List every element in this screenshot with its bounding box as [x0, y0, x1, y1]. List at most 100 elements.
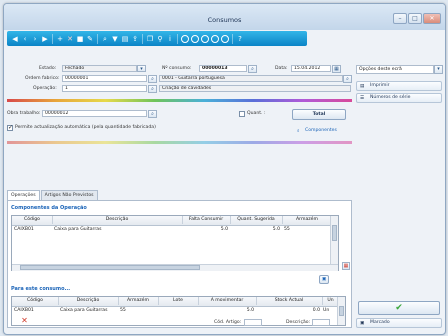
first-record-icon[interactable]: ◀ — [11, 35, 19, 43]
minimize-button[interactable]: – — [393, 13, 407, 24]
obra-trabalho-label: Obra trabalho: — [7, 111, 41, 116]
filter-icon[interactable]: ▼ — [111, 35, 119, 43]
calendar-icon[interactable]: ▦ — [332, 65, 341, 73]
column-header[interactable]: Lote — [158, 297, 199, 305]
ordem-fabrico-field[interactable]: 00000001 — [62, 75, 147, 82]
num-consumo-label: Nº consumo: — [162, 66, 192, 71]
export-icon[interactable]: ⇪ — [131, 35, 139, 43]
print-icon[interactable]: ▤ — [121, 35, 129, 43]
save-icon[interactable]: ■ — [76, 35, 84, 43]
imprimir-label: Imprimir — [370, 83, 390, 88]
column-header[interactable]: Descrição — [52, 216, 183, 224]
title-bar: Consumos – □ ✕ — [4, 4, 445, 30]
numeros-serie-button[interactable]: ☰ Números de série — [356, 93, 442, 103]
edit-icon[interactable]: ✎ — [86, 35, 94, 43]
column-header[interactable]: Quant. Sugerida — [230, 216, 283, 224]
copy-icon[interactable]: ❐ — [146, 35, 154, 43]
attach-icon[interactable]: ⚲ — [156, 35, 164, 43]
form-panel: Estado: Fechado ▾ Nº consumo: 00000013 ⌕… — [7, 49, 352, 332]
column-header[interactable]: Descrição — [58, 297, 119, 305]
componentes-link[interactable]: Componentes — [305, 128, 337, 133]
componentes-grid: Código Descrição Falta Consumir Quant. S… — [11, 215, 339, 271]
chevron-down-icon[interactable]: ▾ — [434, 65, 443, 74]
num-consumo-field[interactable]: 00000013 — [199, 65, 247, 72]
column-header[interactable]: Falta Consumir — [182, 216, 231, 224]
estado-select[interactable]: Fechado — [62, 65, 137, 72]
cod-artigo-field[interactable] — [244, 319, 262, 326]
delete-row-icon[interactable]: ✕ — [20, 317, 29, 327]
list-icon: ☰ — [360, 96, 365, 101]
ok-button[interactable]: ✔ — [358, 301, 440, 315]
total-button[interactable]: Total — [292, 109, 346, 120]
chevron-down-icon[interactable]: ▾ — [137, 65, 146, 72]
data-field[interactable]: 15.04.2012 — [291, 65, 331, 72]
circle-icon-4[interactable] — [211, 34, 219, 43]
quant-checkbox[interactable] — [239, 111, 245, 117]
auto-update-label: Permite actualização automática (pela qu… — [15, 125, 156, 130]
help-icon[interactable]: ? — [236, 35, 244, 43]
ordem-fabrico-description: 0001 - Guitarra portuguesa — [159, 75, 343, 82]
tab-bar: Operações Artigos Não Previstos — [7, 190, 98, 201]
circle-icon-5[interactable] — [221, 34, 229, 43]
mark-icon: ▣ — [360, 321, 365, 326]
toolbar-separator — [142, 33, 143, 44]
search-icon[interactable]: ⌕ — [248, 65, 257, 73]
info-icon[interactable]: i — [166, 35, 174, 43]
auto-update-checkbox[interactable]: ✓ — [7, 125, 13, 131]
cell-codigo[interactable]: CAIXB01 — [14, 226, 52, 234]
horizontal-scrollbar[interactable] — [12, 264, 338, 271]
column-header[interactable]: Armazém — [118, 297, 159, 305]
column-header[interactable]: Código — [12, 216, 53, 224]
cell-movimentar[interactable]: 5.0 — [198, 307, 254, 315]
circle-icon-3[interactable] — [201, 34, 209, 43]
delete-icon[interactable]: ✕ — [66, 35, 74, 43]
circle-icon-1[interactable] — [181, 34, 189, 43]
search-icon[interactable]: ⌕ — [148, 110, 157, 118]
search-icon[interactable]: ⌕ — [148, 85, 157, 93]
cell-sugerida[interactable]: 5.0 — [230, 226, 280, 234]
search-icon[interactable]: ⌕ — [101, 35, 109, 43]
tab-artigos-nao-previstos[interactable]: Artigos Não Previstos — [40, 190, 98, 200]
componentes-operacao-title: Componentes da Operação — [11, 205, 87, 211]
search-icon[interactable]: ⌕ — [343, 75, 352, 83]
search-icon[interactable]: ⌕ — [148, 75, 157, 83]
cell-stock[interactable]: 0.0 — [256, 307, 320, 315]
cell-armazem[interactable]: 55 — [284, 226, 330, 234]
scroll-thumb[interactable] — [332, 225, 337, 241]
cell-descricao[interactable]: Caixa para Guitarras — [60, 307, 118, 315]
obra-trabalho-field[interactable]: 00000012 — [42, 110, 147, 117]
excel-icon[interactable]: ▦ — [342, 262, 350, 270]
options-dropdown[interactable]: Opções deste ecrã — [356, 65, 434, 74]
data-label: Data: — [275, 66, 288, 71]
imprimir-button[interactable]: ▤ Imprimir — [356, 81, 442, 91]
window-controls: – □ ✕ — [393, 13, 441, 24]
grid-header: Código Descrição Falta Consumir Quant. S… — [12, 216, 333, 226]
scroll-thumb[interactable] — [339, 306, 344, 316]
maximize-button[interactable]: □ — [408, 13, 422, 24]
last-record-icon[interactable]: ▶ — [41, 35, 49, 43]
operacao-field[interactable]: 1 — [62, 85, 147, 92]
column-header[interactable]: A movimentar — [198, 297, 257, 305]
cell-armazem[interactable]: 55 — [120, 307, 158, 315]
cell-codigo[interactable]: CAIXB01 — [14, 307, 58, 315]
magnifier-icon: ⌕ — [297, 129, 300, 134]
column-header[interactable]: Armazém — [282, 216, 333, 224]
grid-settings-icon[interactable]: ▣ — [319, 275, 329, 284]
column-header[interactable]: Código — [12, 297, 59, 305]
circle-icon-2[interactable] — [191, 34, 199, 43]
previous-record-icon[interactable]: ‹ — [21, 35, 29, 43]
consumos-window: Consumos – □ ✕ ◀ ‹ › ▶ + ✕ ■ ✎ ⌕ ▼ ▤ ⇪ ❐… — [3, 3, 446, 335]
marcado-button[interactable]: ▣ Marcado — [356, 318, 442, 328]
column-header[interactable]: Stock Actual — [256, 297, 323, 305]
vertical-scrollbar[interactable] — [330, 216, 338, 264]
next-record-icon[interactable]: › — [31, 35, 39, 43]
cell-falta[interactable]: 5.0 — [182, 226, 228, 234]
vertical-scrollbar[interactable] — [337, 297, 345, 325]
descricao-field[interactable] — [312, 319, 330, 326]
close-button[interactable]: ✕ — [423, 13, 441, 24]
cell-descricao[interactable]: Caixa para Guitarras — [54, 226, 182, 234]
scroll-thumb[interactable] — [20, 265, 200, 270]
quant-label: Quant. : — [247, 111, 266, 116]
new-document-icon[interactable]: + — [56, 35, 64, 43]
cell-lote[interactable] — [160, 307, 198, 315]
